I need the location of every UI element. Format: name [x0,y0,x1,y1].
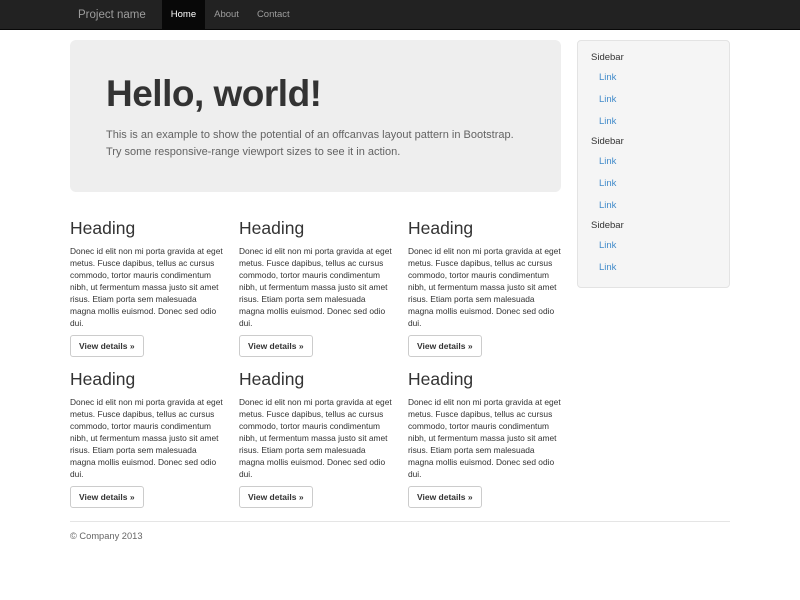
view-details-button[interactable]: View details » [70,335,144,357]
cards-row-2: Heading Donec id elit non mi porta gravi… [62,369,569,508]
navbar-brand[interactable]: Project name [70,0,156,30]
view-details-button[interactable]: View details » [239,486,313,508]
copyright-text: © Company 2013 [70,531,730,541]
footer-divider [70,521,730,522]
card-heading: Heading [408,369,561,390]
sidebar-link[interactable]: Link [591,195,716,217]
view-details-button[interactable]: View details » [408,335,482,357]
sidebar-link[interactable]: Link [591,67,716,89]
sidebar-link[interactable]: Link [591,173,716,195]
card: Heading Donec id elit non mi porta gravi… [62,218,231,357]
navbar: Project name Home About Contact [0,0,800,30]
nav-item-about[interactable]: About [205,0,248,30]
card-body-text: Donec id elit non mi porta gravida at eg… [239,245,392,329]
view-details-button[interactable]: View details » [70,486,144,508]
main-row: Hello, world! This is an example to show… [62,40,738,508]
card: Heading Donec id elit non mi porta gravi… [231,369,400,508]
nav-item-home[interactable]: Home [162,0,205,30]
sidebar-link[interactable]: Link [591,111,716,133]
card: Heading Donec id elit non mi porta gravi… [231,218,400,357]
navbar-nav: Home About Contact [162,0,299,30]
card-body-text: Donec id elit non mi porta gravida at eg… [408,396,561,480]
card: Heading Donec id elit non mi porta gravi… [400,218,569,357]
page-container: Hello, world! This is an example to show… [62,40,738,541]
card: Heading Donec id elit non mi porta gravi… [62,369,231,508]
sidebar-heading: Sidebar [591,219,716,233]
sidebar-link[interactable]: Link [591,257,716,279]
cards-row-1: Heading Donec id elit non mi porta gravi… [62,218,569,357]
sidebar-link[interactable]: Link [591,151,716,173]
card-body-text: Donec id elit non mi porta gravida at eg… [70,396,223,480]
card-heading: Heading [408,218,561,239]
card-heading: Heading [70,218,223,239]
sidebar-group-1: Sidebar Link Link Link [591,51,716,133]
card-body-text: Donec id elit non mi porta gravida at eg… [408,245,561,329]
sidebar-group-2: Sidebar Link Link Link [591,135,716,217]
sidebar: Sidebar Link Link Link Sidebar Link Link… [577,40,730,288]
view-details-button[interactable]: View details » [239,335,313,357]
jumbotron: Hello, world! This is an example to show… [70,40,561,192]
card-heading: Heading [239,218,392,239]
sidebar-link[interactable]: Link [591,235,716,257]
card-heading: Heading [239,369,392,390]
card: Heading Donec id elit non mi porta gravi… [400,369,569,508]
sidebar-column: Sidebar Link Link Link Sidebar Link Link… [569,40,738,508]
nav-item-contact[interactable]: Contact [248,0,299,30]
card-heading: Heading [70,369,223,390]
card-body-text: Donec id elit non mi porta gravida at eg… [239,396,392,480]
sidebar-heading: Sidebar [591,135,716,149]
sidebar-heading: Sidebar [591,51,716,65]
page-footer: © Company 2013 [70,531,730,541]
page-title: Hello, world! [106,74,525,115]
sidebar-group-3: Sidebar Link Link [591,219,716,279]
view-details-button[interactable]: View details » [408,486,482,508]
jumbotron-description: This is an example to show the potential… [106,127,525,162]
navbar-container: Project name Home About Contact [62,0,738,30]
sidebar-link[interactable]: Link [591,89,716,111]
main-column: Hello, world! This is an example to show… [62,40,569,508]
card-body-text: Donec id elit non mi porta gravida at eg… [70,245,223,329]
